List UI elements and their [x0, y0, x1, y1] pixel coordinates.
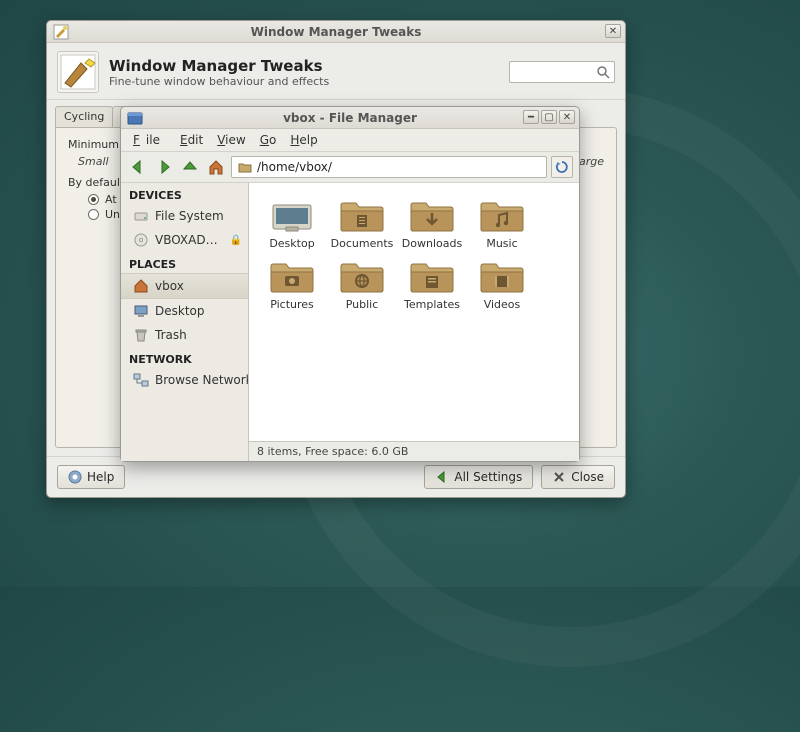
help-icon	[68, 470, 82, 484]
folder-icon	[339, 195, 385, 233]
fm-title-text: vbox - File Manager	[283, 111, 417, 125]
fm-folder-area: Desktop Documents Downloads Music Pictur…	[249, 183, 579, 461]
folder-item-templates[interactable]: Templates	[397, 256, 467, 311]
back-arrow-icon	[435, 470, 449, 484]
folder-label: Public	[346, 298, 379, 311]
tweaks-title-text: Window Manager Tweaks	[251, 25, 422, 39]
network-icon	[133, 372, 149, 388]
nav-forward-button[interactable]	[153, 156, 175, 178]
file-manager-window: vbox - File Manager ━ ▢ ✕ File Edit View…	[120, 106, 580, 462]
desktop-icon	[133, 303, 149, 319]
tweaks-header-title: Window Manager Tweaks	[109, 57, 329, 75]
fm-toolbar: /home/vbox/	[121, 152, 579, 183]
tweaks-header-sub: Fine-tune window behaviour and effects	[109, 75, 329, 88]
sidebar-item-vboxadditions[interactable]: VBOXADDITI... 🔒	[121, 228, 248, 252]
menu-edit[interactable]: Edit	[174, 131, 209, 149]
fm-menubar: File Edit View Go Help	[121, 129, 579, 152]
folder-icon	[409, 195, 455, 233]
folder-item-desktop[interactable]: Desktop	[257, 195, 327, 250]
tweaks-footer: Help All Settings Close	[47, 456, 625, 497]
sidebar-item-desktop[interactable]: Desktop	[121, 299, 248, 323]
folder-icon	[479, 195, 525, 233]
tweaks-titlebar[interactable]: Window Manager Tweaks ✕	[47, 21, 625, 43]
sidebar-item-browse-network[interactable]: Browse Network	[121, 368, 248, 392]
fm-maximize-button[interactable]: ▢	[541, 110, 557, 124]
tweaks-search-input[interactable]	[509, 61, 615, 83]
sidebar-label: Desktop	[155, 304, 205, 318]
folder-icon	[479, 256, 525, 294]
lock-icon: 🔒	[230, 235, 242, 246]
fm-sidebar: DEVICES File System VBOXADDITI... 🔒 PLAC…	[121, 183, 249, 461]
close-icon	[552, 470, 566, 484]
search-icon	[596, 65, 610, 79]
sidebar-item-home[interactable]: vbox	[121, 273, 248, 299]
all-settings-button[interactable]: All Settings	[424, 465, 533, 489]
nav-up-button[interactable]	[179, 156, 201, 178]
close-button[interactable]: Close	[541, 465, 615, 489]
places-heading: PLACES	[121, 252, 248, 273]
sidebar-item-filesystem[interactable]: File System	[121, 204, 248, 228]
sidebar-label: Trash	[155, 328, 187, 342]
tab-cycling[interactable]: Cycling	[55, 106, 113, 127]
sidebar-item-trash[interactable]: Trash	[121, 323, 248, 347]
nav-home-button[interactable]	[205, 156, 227, 178]
slider-small-label: Small	[78, 155, 109, 168]
radio-center-input[interactable]	[88, 194, 99, 205]
home-icon	[133, 278, 149, 294]
trash-icon	[133, 327, 149, 343]
nav-back-button[interactable]	[127, 156, 149, 178]
location-text: /home/vbox/	[257, 160, 332, 174]
location-input[interactable]: /home/vbox/	[231, 156, 547, 178]
close-label: Close	[571, 470, 604, 484]
devices-heading: DEVICES	[121, 183, 248, 204]
fm-app-icon	[127, 110, 143, 126]
folder-item-public[interactable]: Public	[327, 256, 397, 311]
menu-file[interactable]: File	[127, 131, 172, 149]
folder-item-downloads[interactable]: Downloads	[397, 195, 467, 250]
folder-label: Videos	[484, 298, 521, 311]
menu-go[interactable]: Go	[254, 131, 283, 149]
sidebar-label: VBOXADDITI...	[155, 233, 224, 247]
network-heading: NETWORK	[121, 347, 248, 368]
tweaks-header-icon	[57, 51, 99, 93]
fm-close-button[interactable]: ✕	[559, 110, 575, 124]
folder-item-pictures[interactable]: Pictures	[257, 256, 327, 311]
fm-icon-grid[interactable]: Desktop Documents Downloads Music Pictur…	[249, 183, 579, 441]
menu-help[interactable]: Help	[284, 131, 323, 149]
fm-statusbar: 8 items, Free space: 6.0 GB	[249, 441, 579, 461]
folder-label: Documents	[331, 237, 394, 250]
folder-icon	[339, 256, 385, 294]
fm-titlebar[interactable]: vbox - File Manager ━ ▢ ✕	[121, 107, 579, 129]
folder-label: Templates	[404, 298, 460, 311]
tweaks-app-icon	[53, 24, 69, 40]
help-button[interactable]: Help	[57, 465, 125, 489]
folder-icon	[409, 256, 455, 294]
all-settings-label: All Settings	[454, 470, 522, 484]
help-label: Help	[87, 470, 114, 484]
folder-icon	[269, 195, 315, 233]
tweaks-close-icon[interactable]: ✕	[605, 24, 621, 38]
cd-icon	[133, 232, 149, 248]
folder-item-music[interactable]: Music	[467, 195, 537, 250]
menu-view[interactable]: View	[211, 131, 251, 149]
folder-path-icon	[238, 160, 252, 174]
radio-under-input[interactable]	[88, 209, 99, 220]
folder-label: Music	[486, 237, 517, 250]
folder-item-videos[interactable]: Videos	[467, 256, 537, 311]
folder-icon	[269, 256, 315, 294]
folder-label: Downloads	[402, 237, 462, 250]
sidebar-label: Browse Network	[155, 373, 248, 387]
folder-item-documents[interactable]: Documents	[327, 195, 397, 250]
folder-label: Pictures	[270, 298, 314, 311]
folder-label: Desktop	[269, 237, 314, 250]
fm-minimize-button[interactable]: ━	[523, 110, 539, 124]
nav-refresh-button[interactable]	[551, 156, 573, 178]
tweaks-header: Window Manager Tweaks Fine-tune window b…	[47, 43, 625, 100]
disk-icon	[133, 208, 149, 224]
sidebar-label: vbox	[155, 279, 184, 293]
sidebar-label: File System	[155, 209, 224, 223]
